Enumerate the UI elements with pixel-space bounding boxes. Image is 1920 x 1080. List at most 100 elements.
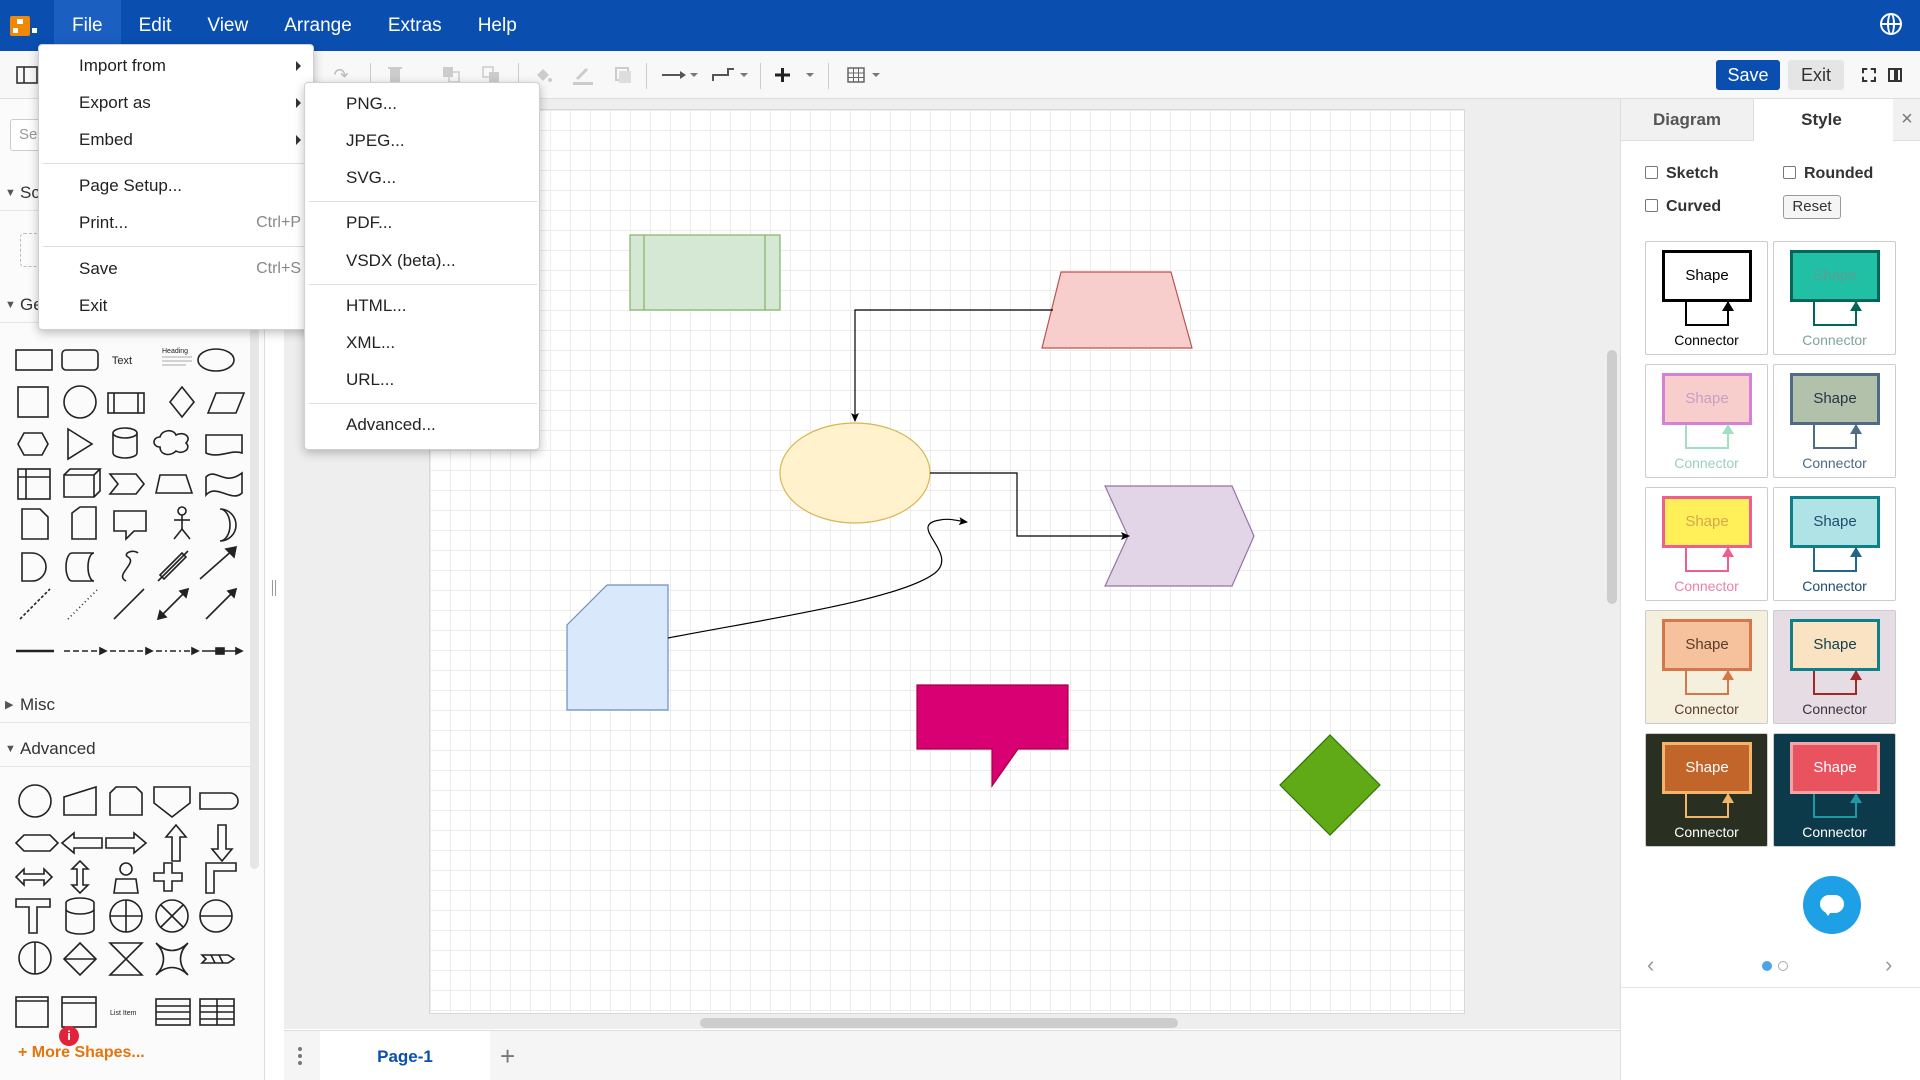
loop-limit-shape <box>109 786 143 816</box>
table-icon[interactable] <box>846 65 890 85</box>
export-url[interactable]: URL... <box>305 363 539 397</box>
menu-item-export-as[interactable]: Export as <box>39 86 313 120</box>
triangle-shape <box>67 427 94 461</box>
tab-style[interactable]: Style <box>1754 99 1889 141</box>
page-dot[interactable] <box>1778 961 1788 971</box>
chevron-right-icon[interactable]: › <box>1885 952 1892 978</box>
swatch-connector-label: Connector <box>1802 455 1867 471</box>
start-circle-shape <box>18 784 52 818</box>
style-swatch[interactable]: Shape Connector <box>1645 733 1768 847</box>
export-png[interactable]: PNG... <box>305 87 539 121</box>
menu-item-exit[interactable]: Exit <box>39 289 313 323</box>
checkbox-icon[interactable] <box>1645 199 1658 212</box>
curved-checkbox[interactable]: Curved <box>1645 198 1721 216</box>
export-as-submenu: PNG... JPEG... SVG... PDF... VSDX (beta)… <box>304 82 540 450</box>
sidebar-splitter-handle[interactable] <box>272 580 276 596</box>
shadow-icon[interactable] <box>612 65 634 85</box>
menu-item-print[interactable]: Print... Ctrl+P <box>39 206 313 240</box>
menu-item-save[interactable]: Save Ctrl+S <box>39 252 313 286</box>
swatch-arrow-icon <box>1722 547 1734 557</box>
file-menu-dropdown: Import from Export as Embed Page Setup..… <box>38 44 314 330</box>
notification-badge[interactable]: i <box>59 1026 79 1046</box>
menu-item-page-setup[interactable]: Page Setup... <box>39 169 313 203</box>
chat-bubble-icon[interactable] <box>1803 876 1861 934</box>
swatch-arrow-icon <box>1850 793 1862 803</box>
tab-diagram[interactable]: Diagram <box>1621 99 1754 141</box>
save-button[interactable]: Save <box>1716 60 1780 90</box>
section-advanced[interactable]: ▼ Advanced <box>0 731 250 767</box>
reset-style-button[interactable]: Reset <box>1783 195 1841 219</box>
chevron-left-icon[interactable]: ‹ <box>1647 952 1654 978</box>
document-shape <box>205 434 243 456</box>
style-swatch[interactable]: Shape Connector <box>1773 241 1896 355</box>
manual-input-shape <box>63 785 97 816</box>
general-shapes-palette[interactable]: Text Heading <box>10 337 250 667</box>
export-advanced[interactable]: Advanced... <box>305 408 539 442</box>
parallelogram-shape <box>206 392 246 414</box>
horizontal-scrollbar[interactable] <box>700 1018 1178 1028</box>
menu-separator <box>309 201 537 202</box>
export-vsdx[interactable]: VSDX (beta)... <box>305 244 539 278</box>
style-swatch[interactable]: Shape Connector <box>1773 487 1896 601</box>
format-panel: Diagram Style × Sketch Rounded Curved Re… <box>1620 99 1920 1080</box>
swatch-shape-preview: Shape <box>1662 373 1752 425</box>
menu-item-import-from[interactable]: Import from <box>39 49 313 83</box>
export-jpeg[interactable]: JPEG... <box>305 124 539 158</box>
close-panel-icon[interactable]: × <box>1893 99 1920 141</box>
swatch-connector-label: Connector <box>1674 578 1739 594</box>
page-tab-1[interactable]: Page-1 <box>320 1031 490 1080</box>
menu-help[interactable]: Help <box>460 0 535 51</box>
callout-shape <box>113 510 147 541</box>
page-dot-active[interactable] <box>1762 961 1772 971</box>
format-panel-toggle-icon[interactable] <box>16 65 38 85</box>
connection-arrow-icon[interactable] <box>660 65 700 85</box>
diagram-page[interactable] <box>429 109 1465 1014</box>
style-swatch[interactable]: Shape Connector <box>1645 610 1768 724</box>
sketch-checkbox[interactable]: Sketch <box>1645 165 1718 183</box>
export-svg[interactable]: SVG... <box>305 161 539 195</box>
fullscreen-icon[interactable] <box>1862 68 1876 82</box>
star-shape <box>155 942 189 976</box>
vertical-scrollbar[interactable] <box>1607 350 1617 604</box>
card-shape <box>71 506 97 540</box>
add-page-icon[interactable]: + <box>500 1041 515 1072</box>
square-shape <box>17 386 49 418</box>
checkbox-icon[interactable] <box>1783 166 1796 179</box>
toggle-panel-icon[interactable] <box>1888 68 1902 82</box>
left-arrow-shape <box>60 831 103 855</box>
checkbox-icon[interactable] <box>1645 166 1658 179</box>
dashed-line-shape <box>19 588 51 620</box>
swatch-arrow-icon <box>1722 793 1734 803</box>
export-html[interactable]: HTML... <box>305 289 539 323</box>
style-swatch[interactable]: Shape Connector <box>1773 364 1896 478</box>
swatch-shape-preview: Shape <box>1662 619 1752 671</box>
language-globe-icon[interactable] <box>1880 13 1902 35</box>
menu-item-embed[interactable]: Embed <box>39 123 313 157</box>
export-xml[interactable]: XML... <box>305 326 539 360</box>
style-swatch[interactable]: Shape Connector <box>1773 733 1896 847</box>
page-menu-dots-icon[interactable] <box>298 1047 302 1065</box>
rounded-checkbox[interactable]: Rounded <box>1783 165 1873 183</box>
menu-extras[interactable]: Extras <box>370 0 460 51</box>
export-pdf[interactable]: PDF... <box>305 206 539 240</box>
actor-shape <box>173 527 191 540</box>
style-swatch[interactable]: Shape Connector <box>1645 487 1768 601</box>
data-storage-shape <box>65 552 95 582</box>
page-tabs-bar: Page-1 + <box>284 1030 1620 1080</box>
exit-button[interactable]: Exit <box>1788 60 1844 90</box>
scratchpad-drop-area[interactable] <box>20 233 40 267</box>
waypoints-icon[interactable] <box>710 65 750 85</box>
swatch-arrow-icon <box>1850 301 1862 311</box>
step-chevron-shape <box>200 954 236 964</box>
menu-separator <box>43 246 311 247</box>
style-swatch[interactable]: Shape Connector <box>1645 241 1768 355</box>
line-color-icon[interactable] <box>572 65 594 85</box>
display-shape <box>14 834 60 852</box>
svg-text:Heading: Heading <box>162 348 188 355</box>
insert-plus-icon[interactable] <box>774 65 818 85</box>
style-swatch[interactable]: Shape Connector <box>1645 364 1768 478</box>
section-misc[interactable]: ▶ Misc <box>0 687 250 723</box>
style-swatch[interactable]: Shape Connector <box>1773 610 1896 724</box>
advanced-shapes-palette[interactable]: List Item <box>10 779 250 1029</box>
more-shapes-button[interactable]: + More Shapes... <box>18 1044 145 1062</box>
